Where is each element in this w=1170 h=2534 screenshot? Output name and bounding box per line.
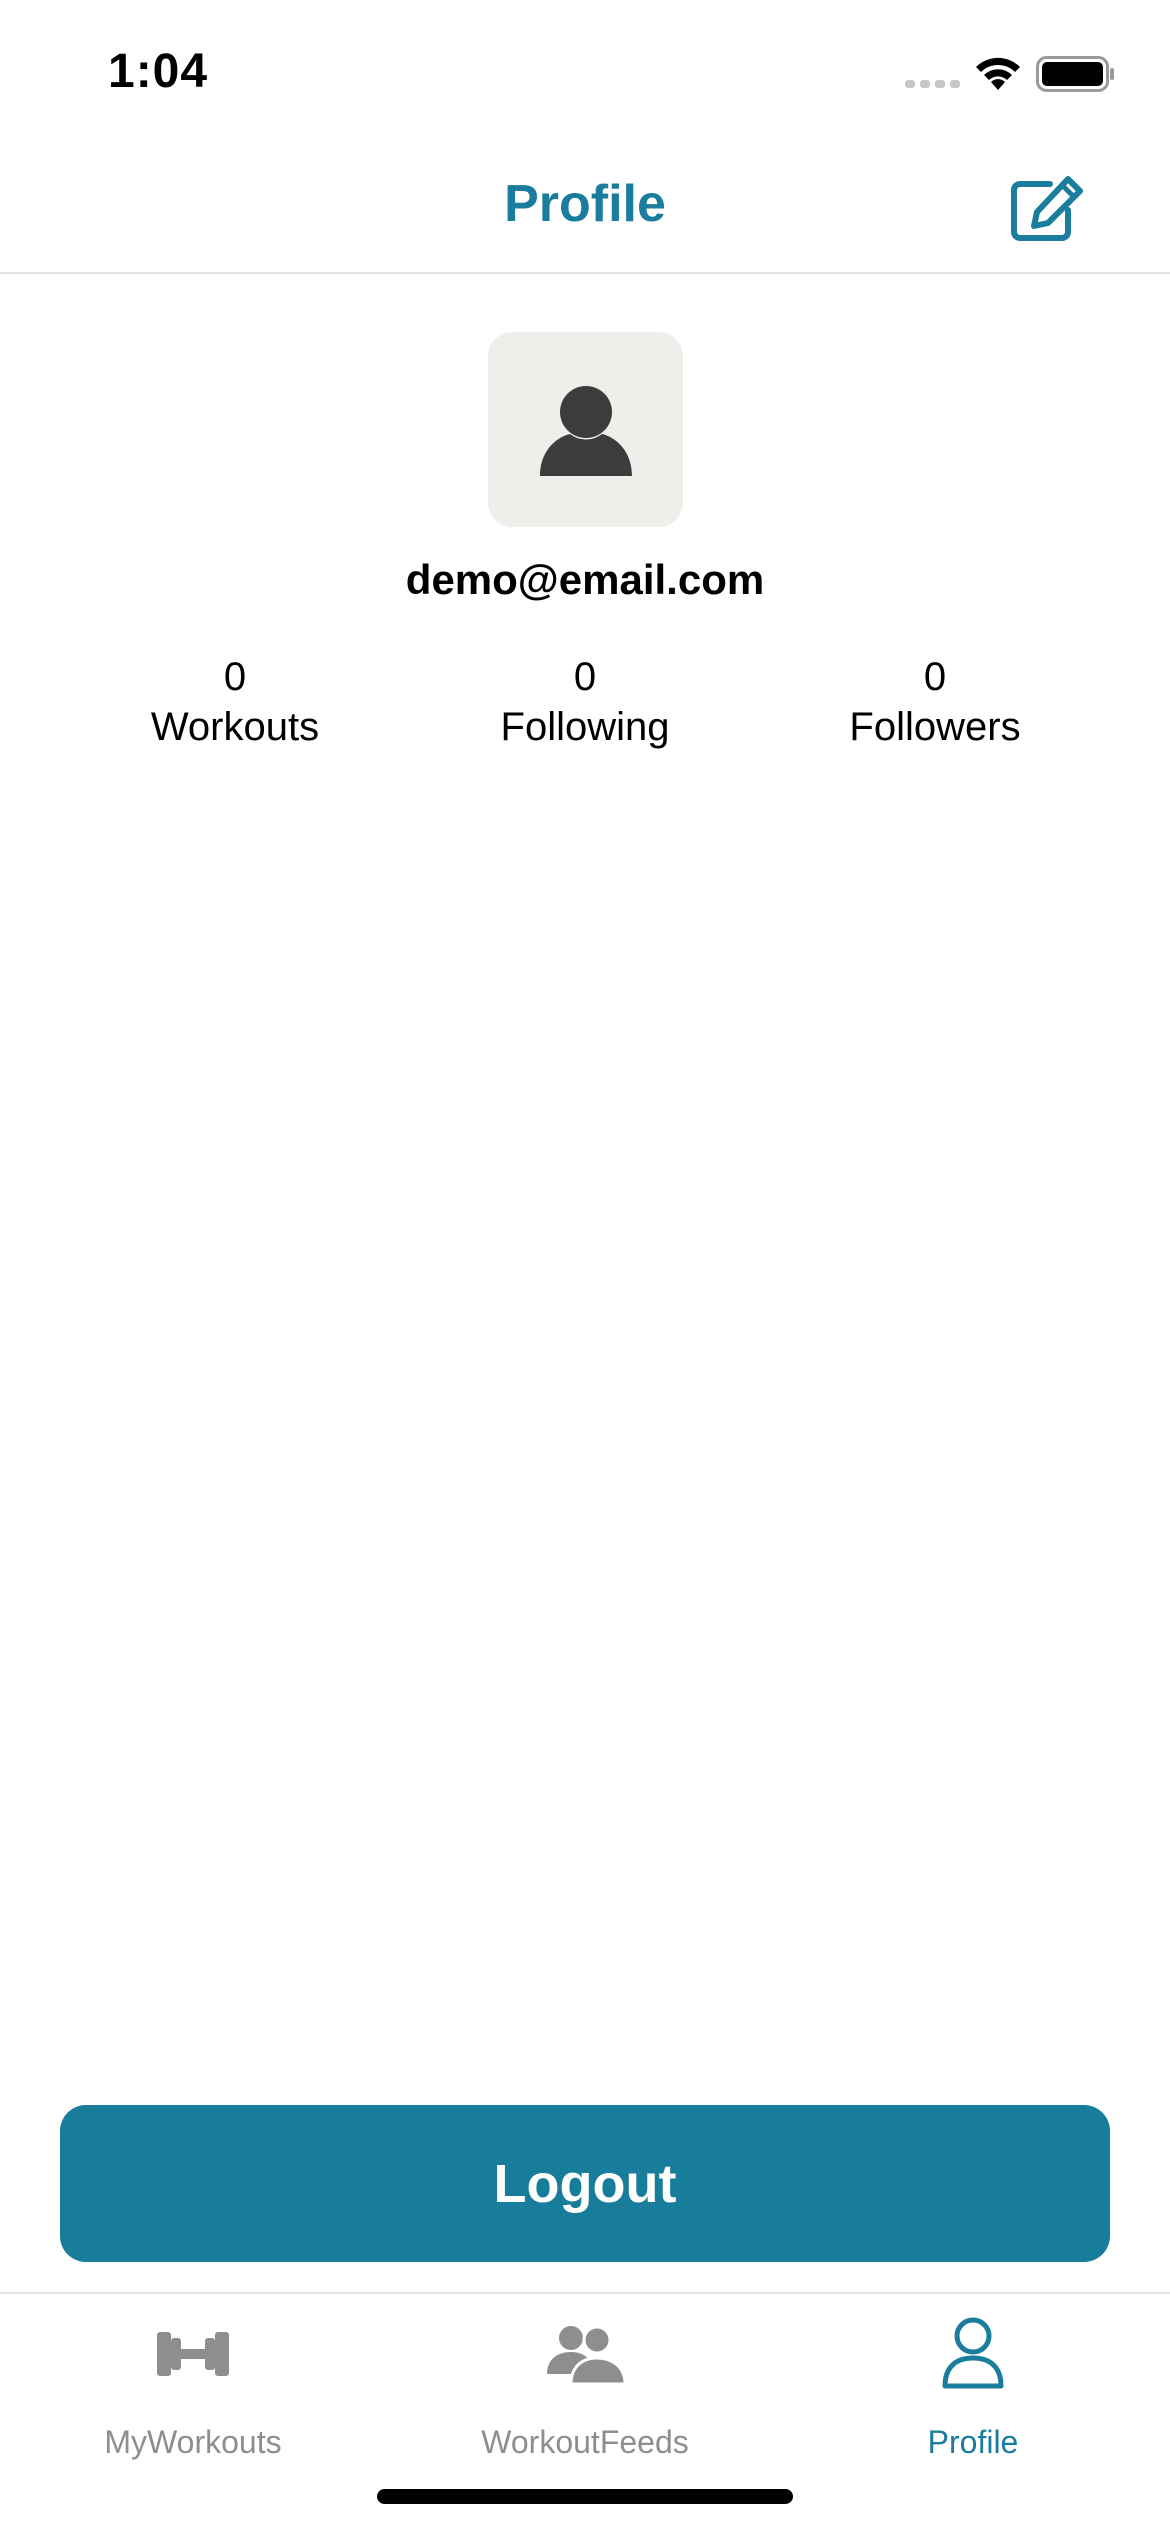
stat-followers[interactable]: 0 Followers <box>785 652 1085 752</box>
tab-label: MyWorkouts <box>104 2424 282 2460</box>
battery-icon <box>1036 56 1114 92</box>
profile-email: demo@email.com <box>405 556 765 603</box>
status-time: 1:04 <box>108 45 209 98</box>
page-title: Profile <box>504 175 666 233</box>
tab-label: WorkoutFeeds <box>481 2424 689 2460</box>
stat-value: 0 <box>573 655 597 699</box>
stat-label: Following <box>500 705 670 749</box>
tab-my-workouts[interactable]: MyWorkouts <box>28 2314 358 2464</box>
tab-profile[interactable]: Profile <box>808 2314 1138 2464</box>
people-icon <box>547 2325 627 2386</box>
stat-label: Workouts <box>150 705 320 749</box>
dumbbell-icon <box>157 2332 229 2376</box>
navigation-bar: Profile <box>0 140 1170 274</box>
edit-profile-button[interactable] <box>1010 174 1086 242</box>
status-bar: 1:04 <box>0 0 1170 140</box>
stat-workouts[interactable]: 0 Workouts <box>85 652 385 752</box>
person-outline-icon <box>942 2317 1004 2389</box>
edit-square-icon <box>1011 176 1083 241</box>
stat-label: Followers <box>849 705 1021 749</box>
home-indicator <box>377 2489 793 2504</box>
person-icon <box>540 386 632 476</box>
stat-value: 0 <box>223 655 247 699</box>
stat-value: 0 <box>923 655 947 699</box>
tab-workout-feeds[interactable]: WorkoutFeeds <box>420 2314 750 2464</box>
cellular-signal-icon <box>905 80 960 88</box>
avatar[interactable] <box>488 332 683 527</box>
stat-following[interactable]: 0 Following <box>435 652 735 752</box>
wifi-icon <box>976 57 1020 90</box>
logout-button[interactable]: Logout <box>60 2105 1110 2262</box>
profile-stats: 0 Workouts 0 Following 0 Followers <box>0 652 1170 762</box>
tab-label: Profile <box>927 2424 1019 2460</box>
